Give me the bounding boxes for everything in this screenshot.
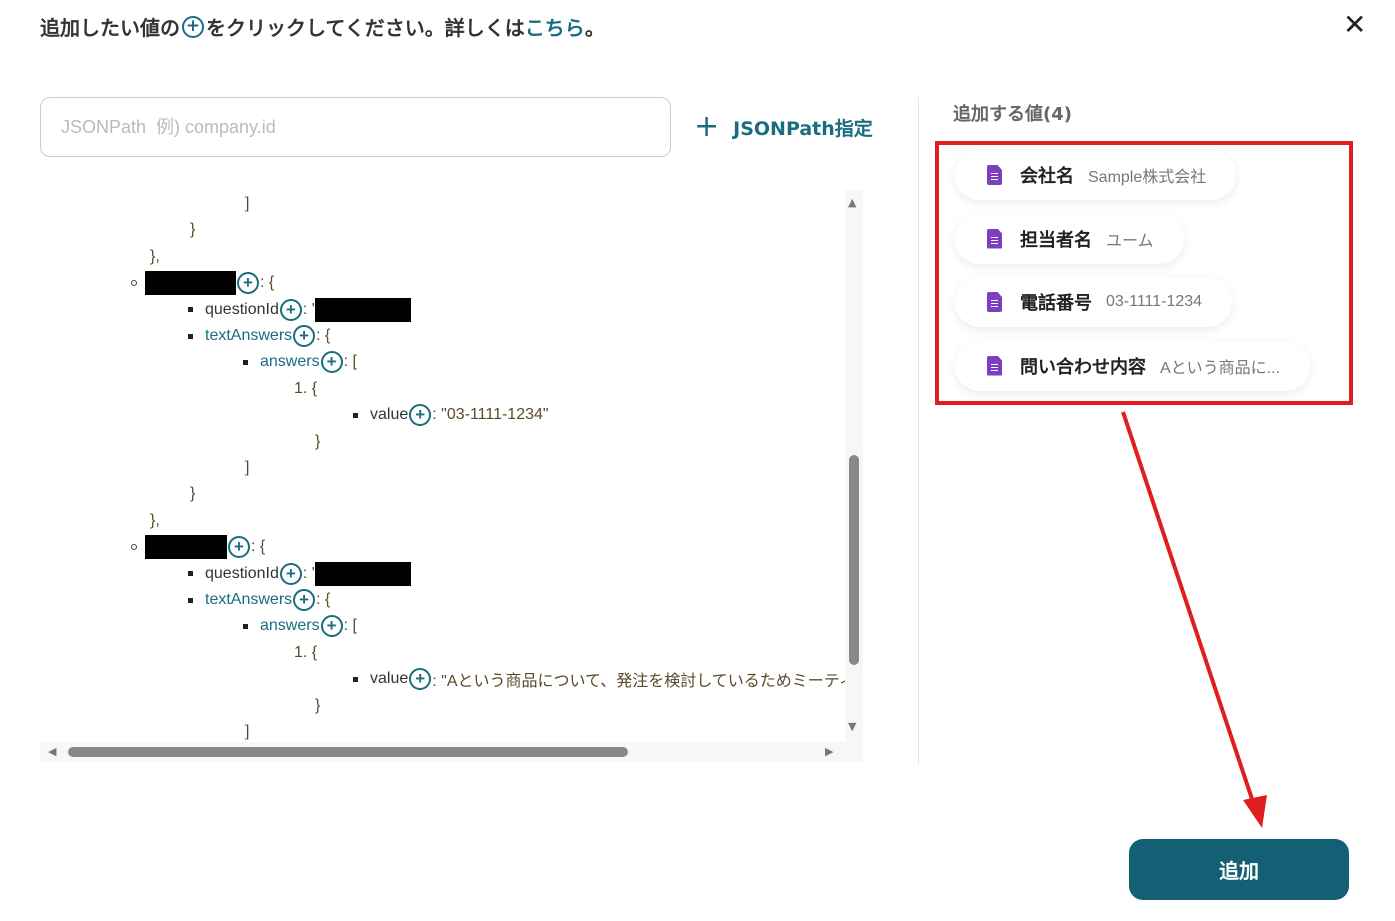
add-submit-button[interactable]: 追加 — [1129, 839, 1349, 900]
annotation-arrow — [1121, 411, 1267, 828]
